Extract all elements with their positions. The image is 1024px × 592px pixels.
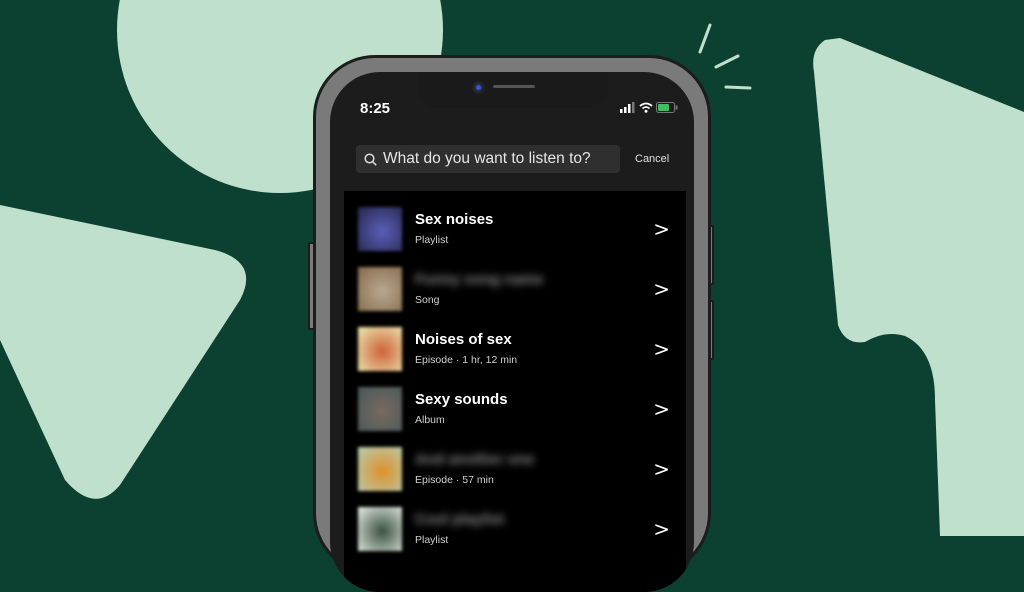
phone-screen: 8:25 What do you want to listen to? Canc… xyxy=(330,72,694,592)
phone-frame: 8:25 What do you want to listen to? Canc… xyxy=(313,55,711,592)
result-row[interactable]: Sexy sounds Album > xyxy=(344,379,686,439)
chevron-right-icon[interactable]: > xyxy=(653,457,670,481)
chevron-right-icon[interactable]: > xyxy=(653,217,670,241)
result-title: Noises of sex xyxy=(415,331,512,348)
result-artwork xyxy=(358,267,402,311)
result-artwork xyxy=(358,447,402,491)
result-subtitle: Episode · 57 min xyxy=(415,474,494,486)
result-artwork xyxy=(358,207,402,251)
chevron-right-icon[interactable]: > xyxy=(653,517,670,541)
cellular-signal-icon xyxy=(620,102,635,113)
result-artwork xyxy=(358,507,402,551)
search-placeholder: What do you want to listen to? xyxy=(383,150,591,167)
bg-triangle-left xyxy=(0,205,247,499)
phone-notch xyxy=(418,72,608,108)
result-subtitle: Album xyxy=(415,414,445,426)
status-icons xyxy=(620,102,678,113)
bg-shape-right xyxy=(813,38,1024,536)
result-title: Sex noises xyxy=(415,211,494,228)
result-row[interactable]: Sex noises Playlist > xyxy=(344,199,686,259)
result-subtitle: Playlist xyxy=(415,234,449,246)
result-subtitle: Song xyxy=(415,294,440,306)
status-time: 8:25 xyxy=(360,100,391,117)
earpiece-speaker xyxy=(493,85,535,88)
result-subtitle: Episode · 1 hr, 12 min xyxy=(415,354,518,366)
result-title: Funny song name xyxy=(415,271,544,288)
chevron-right-icon[interactable]: > xyxy=(653,397,670,421)
result-title: Cool playlist xyxy=(415,511,505,528)
search-results-list: Sex noises Playlist > Funny song name So… xyxy=(344,191,686,592)
search-icon xyxy=(364,152,377,166)
result-row[interactable]: Cool playlist Playlist > xyxy=(344,499,686,559)
cancel-button[interactable]: Cancel xyxy=(635,153,669,165)
result-row[interactable]: And another one Episode · 57 min > xyxy=(344,439,686,499)
front-camera xyxy=(472,81,485,94)
result-artwork xyxy=(358,327,402,371)
chevron-right-icon[interactable]: > xyxy=(653,337,670,361)
result-artwork xyxy=(358,387,402,431)
wifi-icon xyxy=(639,102,653,113)
sparkle-lines xyxy=(698,23,752,90)
battery-icon xyxy=(656,102,678,113)
result-row[interactable]: Funny song name Song > xyxy=(344,259,686,319)
result-title: And another one xyxy=(415,451,535,468)
result-row[interactable]: Noises of sex Episode · 1 hr, 12 min > xyxy=(344,319,686,379)
search-input[interactable]: What do you want to listen to? xyxy=(356,145,620,173)
result-title: Sexy sounds xyxy=(415,391,508,408)
chevron-right-icon[interactable]: > xyxy=(653,277,670,301)
